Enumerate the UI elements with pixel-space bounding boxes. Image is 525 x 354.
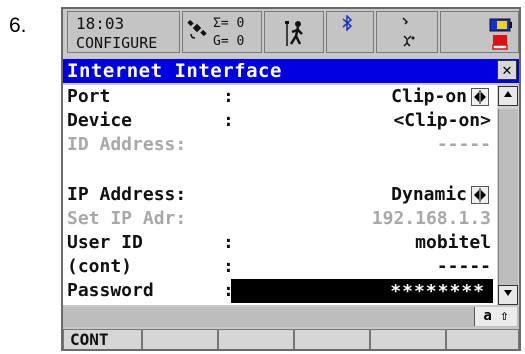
device-screen: 18:03 CONFIGURE Σ= 0 G= 0 Internet Inter… [61, 7, 521, 351]
clock-time: 18:03 [76, 14, 125, 33]
port-colon: : [223, 86, 234, 107]
surveyor-icon [283, 20, 307, 54]
position-status [264, 11, 324, 53]
ip-address-value[interactable]: Dynamic [391, 184, 467, 205]
radio-status [376, 11, 438, 53]
device-label: Device [67, 110, 133, 131]
port-value[interactable]: Clip-on [391, 86, 467, 107]
scroll-up-button[interactable] [498, 86, 518, 106]
softkey-f5[interactable] [370, 329, 446, 349]
radio-icon [399, 16, 419, 54]
set-ip-value: 192.168.1.3 [371, 208, 491, 229]
softkey-f3[interactable] [218, 329, 294, 349]
sigma-count: Σ= 0 [213, 16, 245, 31]
cont-colon: : [223, 256, 234, 277]
step-number: 6. [9, 14, 27, 37]
password-field[interactable]: ******** [231, 279, 493, 303]
user-id-row[interactable]: User ID : mobitel [63, 231, 497, 255]
time-mode-panel: 18:03 CONFIGURE [67, 11, 180, 53]
set-ip-row: Set IP Adr: 192.168.1.3 [63, 207, 497, 231]
password-label: Password [67, 280, 154, 301]
input-mode-indicator: a ⇧ [474, 307, 517, 326]
power-status [440, 11, 519, 53]
scroll-down-button[interactable] [498, 285, 518, 305]
softkey-f2[interactable] [142, 329, 218, 349]
port-selector-arrows-icon[interactable] [471, 88, 489, 106]
current-mode: CONFIGURE [76, 34, 158, 52]
softkey-f1-cont[interactable]: CONT [63, 329, 142, 349]
bluetooth-icon [341, 14, 353, 35]
satellite-status: Σ= 0 G= 0 [182, 11, 262, 53]
satellite-icon [187, 18, 209, 44]
settings-list: Port : Clip-on Device : <Clip-on> ID Add… [63, 85, 497, 305]
dialog-title-bar: Internet Interface ✕ [63, 59, 519, 83]
device-value: <Clip-on> [393, 110, 491, 131]
user-id-colon: : [223, 232, 234, 253]
set-ip-label: Set IP Adr: [67, 208, 187, 229]
cont-value[interactable]: ----- [437, 256, 491, 277]
ip-selector-arrows-icon[interactable] [471, 186, 489, 204]
softkey-bar: CONT [63, 329, 519, 349]
port-label: Port [67, 86, 111, 107]
user-id-value[interactable]: mobitel [415, 232, 491, 253]
id-address-label: ID Address: [67, 134, 187, 155]
scroll-thumb[interactable] [498, 109, 518, 285]
password-row[interactable]: Password : ******** [63, 279, 497, 303]
device-colon: : [223, 110, 234, 131]
password-value: ******** [390, 281, 485, 302]
device-row: Device : <Clip-on> [63, 109, 497, 133]
cont-row[interactable]: (cont) : ----- [63, 255, 497, 279]
id-address-value: ----- [436, 134, 491, 155]
close-button[interactable]: ✕ [497, 60, 517, 80]
softkey-f4[interactable] [294, 329, 370, 349]
arrow-up-icon [504, 91, 512, 97]
cont-label: (cont) [67, 256, 133, 277]
ip-address-label: IP Address: [67, 184, 187, 205]
arrow-down-icon [504, 290, 512, 296]
close-icon: ✕ [502, 60, 512, 79]
status-bar: 18:03 CONFIGURE Σ= 0 G= 0 [63, 9, 519, 57]
port-row[interactable]: Port : Clip-on [63, 85, 497, 109]
bluetooth-status [326, 11, 374, 53]
user-id-label: User ID [67, 232, 143, 253]
softkey-f6[interactable] [446, 329, 519, 349]
ip-address-row[interactable]: IP Address: Dynamic [63, 183, 497, 207]
input-status-bar: a ⇧ [63, 307, 519, 327]
page-title: Internet Interface [67, 60, 282, 82]
id-address-row: ID Address: ----- [63, 133, 497, 157]
memory-card-icon [491, 34, 509, 54]
glonass-count: G= 0 [213, 34, 245, 49]
scrollbar[interactable] [497, 85, 519, 305]
